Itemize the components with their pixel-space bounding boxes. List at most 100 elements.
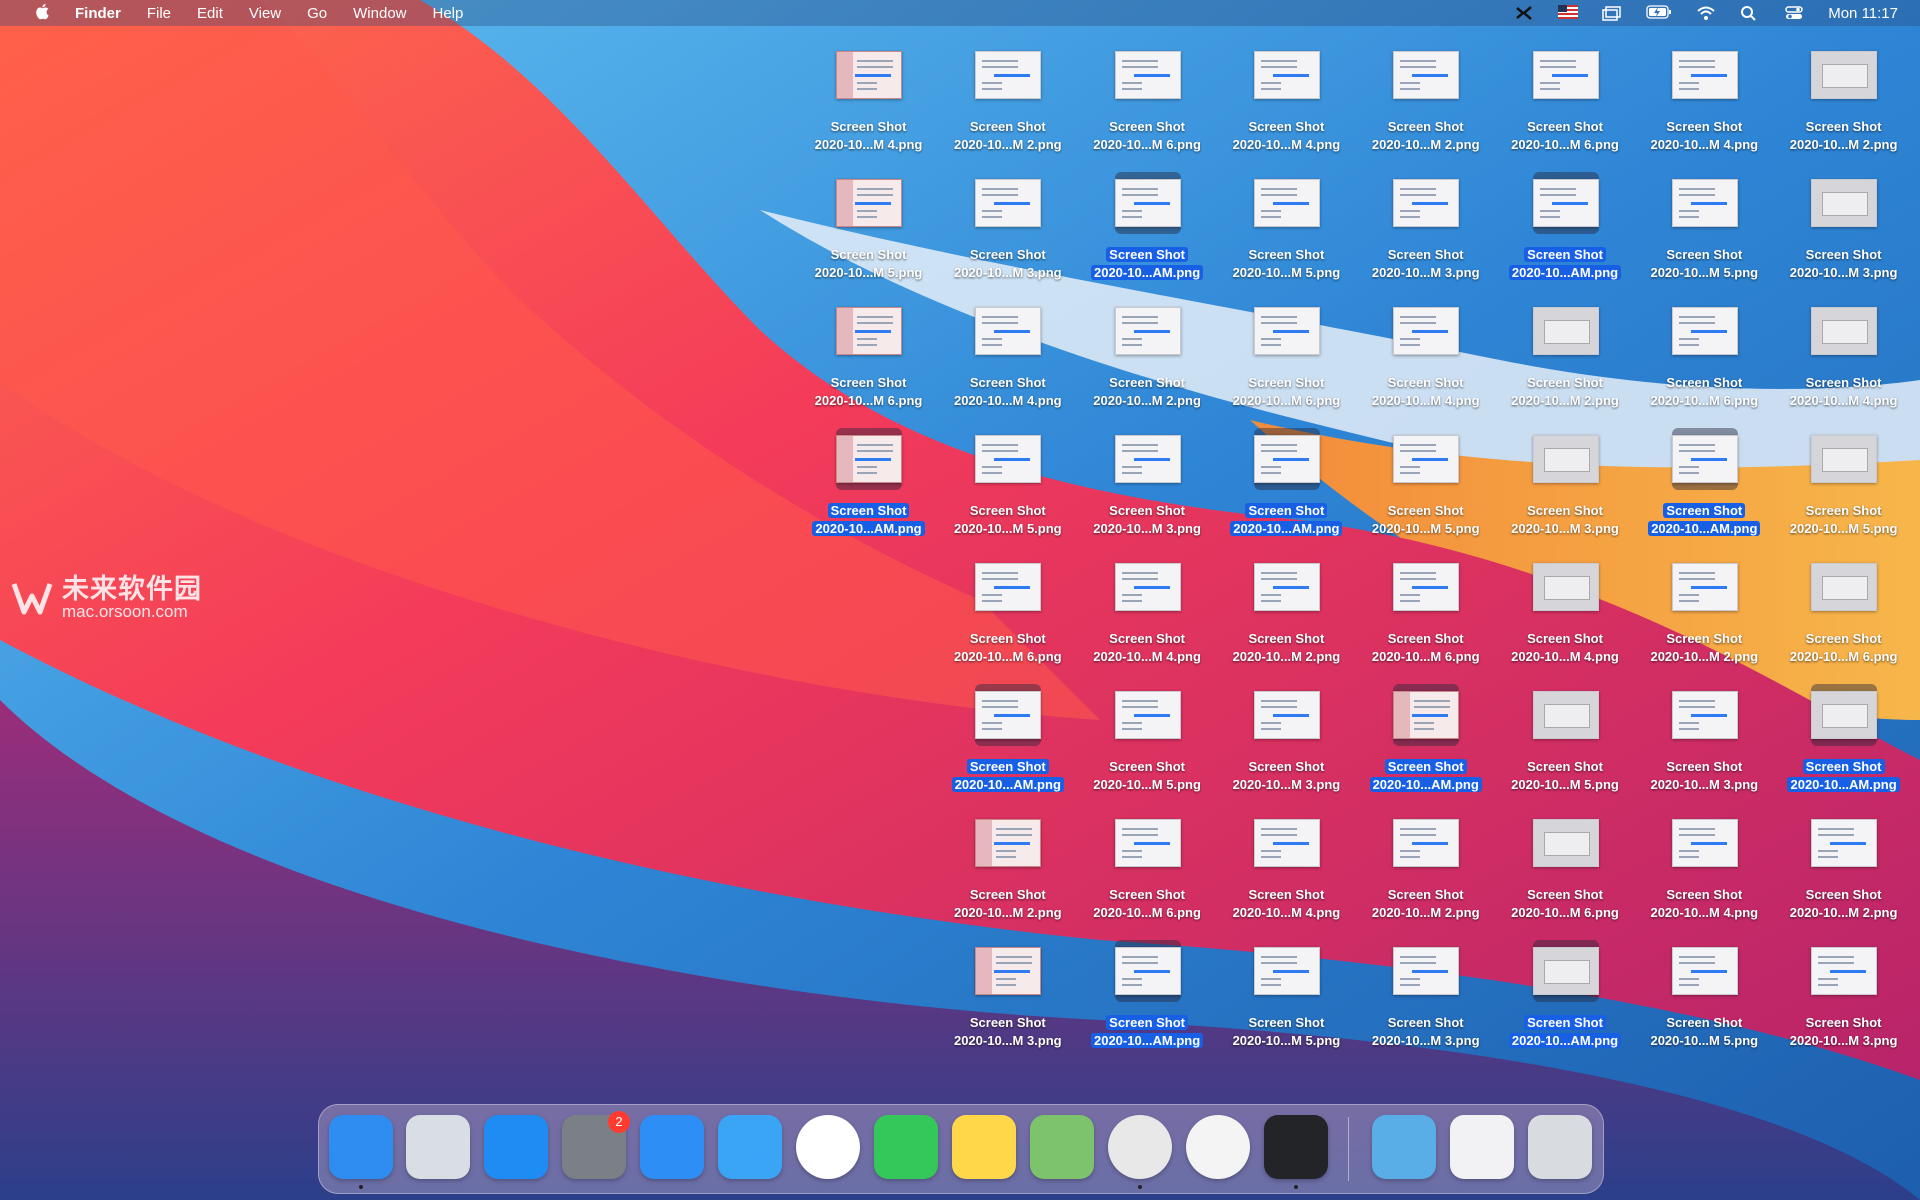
file-thumbnail[interactable] xyxy=(1393,812,1460,874)
desktop-file-item[interactable]: Screen Shot 2020-10...M 4.png xyxy=(1217,808,1356,936)
file-thumbnail[interactable] xyxy=(1253,44,1320,106)
file-label[interactable]: Screen Shot 2020-10...M 5.png xyxy=(1217,1014,1356,1050)
file-label[interactable]: Screen Shot 2020-10...M 3.png xyxy=(1078,502,1217,538)
control-center-icon[interactable] xyxy=(1784,5,1804,21)
file-label[interactable]: Screen Shot 2020-10...M 2.png xyxy=(1774,118,1913,154)
file-thumbnail[interactable] xyxy=(975,300,1042,362)
file-thumbnail[interactable] xyxy=(1393,684,1460,746)
file-thumbnail[interactable] xyxy=(1671,428,1738,490)
recent-window-icon[interactable] xyxy=(1450,1115,1514,1179)
desktop-file-item[interactable]: Screen Shot 2020-10...M 4.png xyxy=(1774,296,1913,424)
desktop-file-item[interactable]: Screen Shot 2020-10...M 3.png xyxy=(1774,168,1913,296)
desktop-file-item[interactable]: Screen Shot 2020-10...M 3.png xyxy=(1774,936,1913,1064)
desktop-file-item[interactable]: Screen Shot 2020-10...M 5.png xyxy=(1078,680,1217,808)
desktop-file-item[interactable]: Screen Shot 2020-10...M 5.png xyxy=(1774,424,1913,552)
file-thumbnail[interactable] xyxy=(1114,300,1181,362)
desktop-file-item[interactable]: Screen Shot 2020-10...M 2.png xyxy=(1356,40,1495,168)
file-label[interactable]: Screen Shot 2020-10...M 3.png xyxy=(1635,758,1774,794)
file-label[interactable]: Screen Shot 2020-10...M 5.png xyxy=(1356,502,1495,538)
file-label[interactable]: Screen Shot 2020-10...M 4.png xyxy=(1217,886,1356,922)
file-thumbnail[interactable] xyxy=(1811,940,1878,1002)
file-thumbnail[interactable] xyxy=(1253,940,1320,1002)
desktop-file-item[interactable]: Screen Shot 2020-10...M 2.png xyxy=(1078,296,1217,424)
safari-icon[interactable] xyxy=(718,1115,782,1179)
desktop-file-item[interactable]: Screen Shot 2020-10...M 6.png xyxy=(1078,40,1217,168)
desktop-file-item[interactable]: Screen Shot 2020-10...M 6.png xyxy=(1496,40,1635,168)
desktop-file-item[interactable]: Screen Shot 2020-10...M 2.png xyxy=(938,40,1077,168)
menu-edit[interactable]: Edit xyxy=(184,5,236,22)
trash-icon[interactable] xyxy=(1528,1115,1592,1179)
file-label[interactable]: Screen Shot 2020-10...M 4.png xyxy=(799,118,938,154)
file-label[interactable]: Screen Shot 2020-10...M 5.png xyxy=(938,502,1077,538)
file-label[interactable]: Screen Shot 2020-10...M 6.png xyxy=(1217,374,1356,410)
file-label[interactable]: Screen Shot 2020-10...M 6.png xyxy=(938,630,1077,666)
desktop-file-item[interactable]: Screen Shot 2020-10...M 5.png xyxy=(1356,424,1495,552)
app-store-icon[interactable] xyxy=(484,1115,548,1179)
file-label[interactable]: Screen Shot 2020-10...M 6.png xyxy=(1635,374,1774,410)
file-label[interactable]: Screen Shot 2020-10...M 4.png xyxy=(1496,630,1635,666)
file-thumbnail[interactable] xyxy=(1532,684,1599,746)
menu-clock[interactable]: Mon 11:17 xyxy=(1828,5,1898,22)
file-thumbnail[interactable] xyxy=(975,428,1042,490)
file-label[interactable]: Screen Shot 2020-10...AM.png xyxy=(1635,502,1774,538)
file-thumbnail[interactable] xyxy=(1253,556,1320,618)
desktop-file-item[interactable]: Screen Shot 2020-10...AM.png xyxy=(1078,168,1217,296)
file-thumbnail[interactable] xyxy=(1811,556,1878,618)
file-label[interactable]: Screen Shot 2020-10...M 2.png xyxy=(1774,886,1913,922)
file-thumbnail[interactable] xyxy=(1532,44,1599,106)
screens-icon[interactable] xyxy=(1602,5,1622,21)
desktop-file-item[interactable]: Screen Shot 2020-10...M 6.png xyxy=(1496,808,1635,936)
file-thumbnail[interactable] xyxy=(1671,44,1738,106)
file-label[interactable]: Screen Shot 2020-10...M 4.png xyxy=(1217,118,1356,154)
desktop-file-item[interactable]: Screen Shot 2020-10...M 2.png xyxy=(938,808,1077,936)
file-thumbnail[interactable] xyxy=(1114,940,1181,1002)
desktop-file-item[interactable]: Screen Shot 2020-10...M 3.png xyxy=(1496,424,1635,552)
menu-file[interactable]: File xyxy=(134,5,184,22)
menu-window[interactable]: Window xyxy=(340,5,419,22)
file-thumbnail[interactable] xyxy=(1811,428,1878,490)
file-label[interactable]: Screen Shot 2020-10...AM.png xyxy=(1078,246,1217,282)
file-label[interactable]: Screen Shot 2020-10...M 2.png xyxy=(1217,630,1356,666)
desktop-file-item[interactable]: Screen Shot 2020-10...M 5.png xyxy=(1635,936,1774,1064)
desktop-file-item[interactable]: Screen Shot 2020-10...M 6.png xyxy=(938,552,1077,680)
file-thumbnail[interactable] xyxy=(975,172,1042,234)
desktop-file-item[interactable]: Screen Shot 2020-10...AM.png xyxy=(1774,680,1913,808)
file-thumbnail[interactable] xyxy=(975,940,1042,1002)
desktop-file-item[interactable]: Screen Shot 2020-10...M 4.png xyxy=(1635,40,1774,168)
desktop-file-item[interactable]: Screen Shot 2020-10...M 6.png xyxy=(1635,296,1774,424)
file-label[interactable]: Screen Shot 2020-10...M 5.png xyxy=(1635,1014,1774,1050)
desktop-file-item[interactable]: Screen Shot 2020-10...AM.png xyxy=(1496,168,1635,296)
file-label[interactable]: Screen Shot 2020-10...M 3.png xyxy=(1217,758,1356,794)
desktop-file-item[interactable]: Screen Shot 2020-10...M 5.png xyxy=(799,168,938,296)
desktop-file-item[interactable]: Screen Shot 2020-10...M 5.png xyxy=(938,424,1077,552)
file-label[interactable]: Screen Shot 2020-10...M 4.png xyxy=(1774,374,1913,410)
file-label[interactable]: Screen Shot 2020-10...M 5.png xyxy=(1635,246,1774,282)
file-thumbnail[interactable] xyxy=(975,684,1042,746)
desktop-file-item[interactable]: Screen Shot 2020-10...M 6.png xyxy=(1217,296,1356,424)
file-thumbnail[interactable] xyxy=(1114,684,1181,746)
file-label[interactable]: Screen Shot 2020-10...M 2.png xyxy=(1356,886,1495,922)
desktop-file-item[interactable]: Screen Shot 2020-10...M 5.png xyxy=(1496,680,1635,808)
mail-icon[interactable] xyxy=(640,1115,704,1179)
file-label[interactable]: Screen Shot 2020-10...AM.png xyxy=(938,758,1077,794)
file-label[interactable]: Screen Shot 2020-10...AM.png xyxy=(1078,1014,1217,1050)
file-thumbnail[interactable] xyxy=(1253,428,1320,490)
file-thumbnail[interactable] xyxy=(1393,556,1460,618)
file-label[interactable]: Screen Shot 2020-10...AM.png xyxy=(1356,758,1495,794)
file-thumbnail[interactable] xyxy=(836,172,902,234)
file-thumbnail[interactable] xyxy=(1671,556,1738,618)
file-label[interactable]: Screen Shot 2020-10...M 5.png xyxy=(1078,758,1217,794)
file-label[interactable]: Screen Shot 2020-10...M 6.png xyxy=(799,374,938,410)
file-thumbnail[interactable] xyxy=(1532,556,1599,618)
desktop-file-item[interactable]: Screen Shot 2020-10...AM.png xyxy=(799,424,938,552)
file-label[interactable]: Screen Shot 2020-10...M 6.png xyxy=(1078,118,1217,154)
desktop-file-item[interactable]: Screen Shot 2020-10...M 6.png xyxy=(1774,552,1913,680)
desktop-file-item[interactable]: Screen Shot 2020-10...M 3.png xyxy=(1635,680,1774,808)
apple-icon[interactable] xyxy=(22,3,62,24)
desktop-file-item[interactable]: Screen Shot 2020-10...M 3.png xyxy=(1356,168,1495,296)
file-label[interactable]: Screen Shot 2020-10...M 3.png xyxy=(1356,246,1495,282)
file-thumbnail[interactable] xyxy=(1671,684,1738,746)
file-label[interactable]: Screen Shot 2020-10...M 5.png xyxy=(1496,758,1635,794)
file-label[interactable]: Screen Shot 2020-10...M 6.png xyxy=(1496,886,1635,922)
file-thumbnail[interactable] xyxy=(1393,44,1460,106)
